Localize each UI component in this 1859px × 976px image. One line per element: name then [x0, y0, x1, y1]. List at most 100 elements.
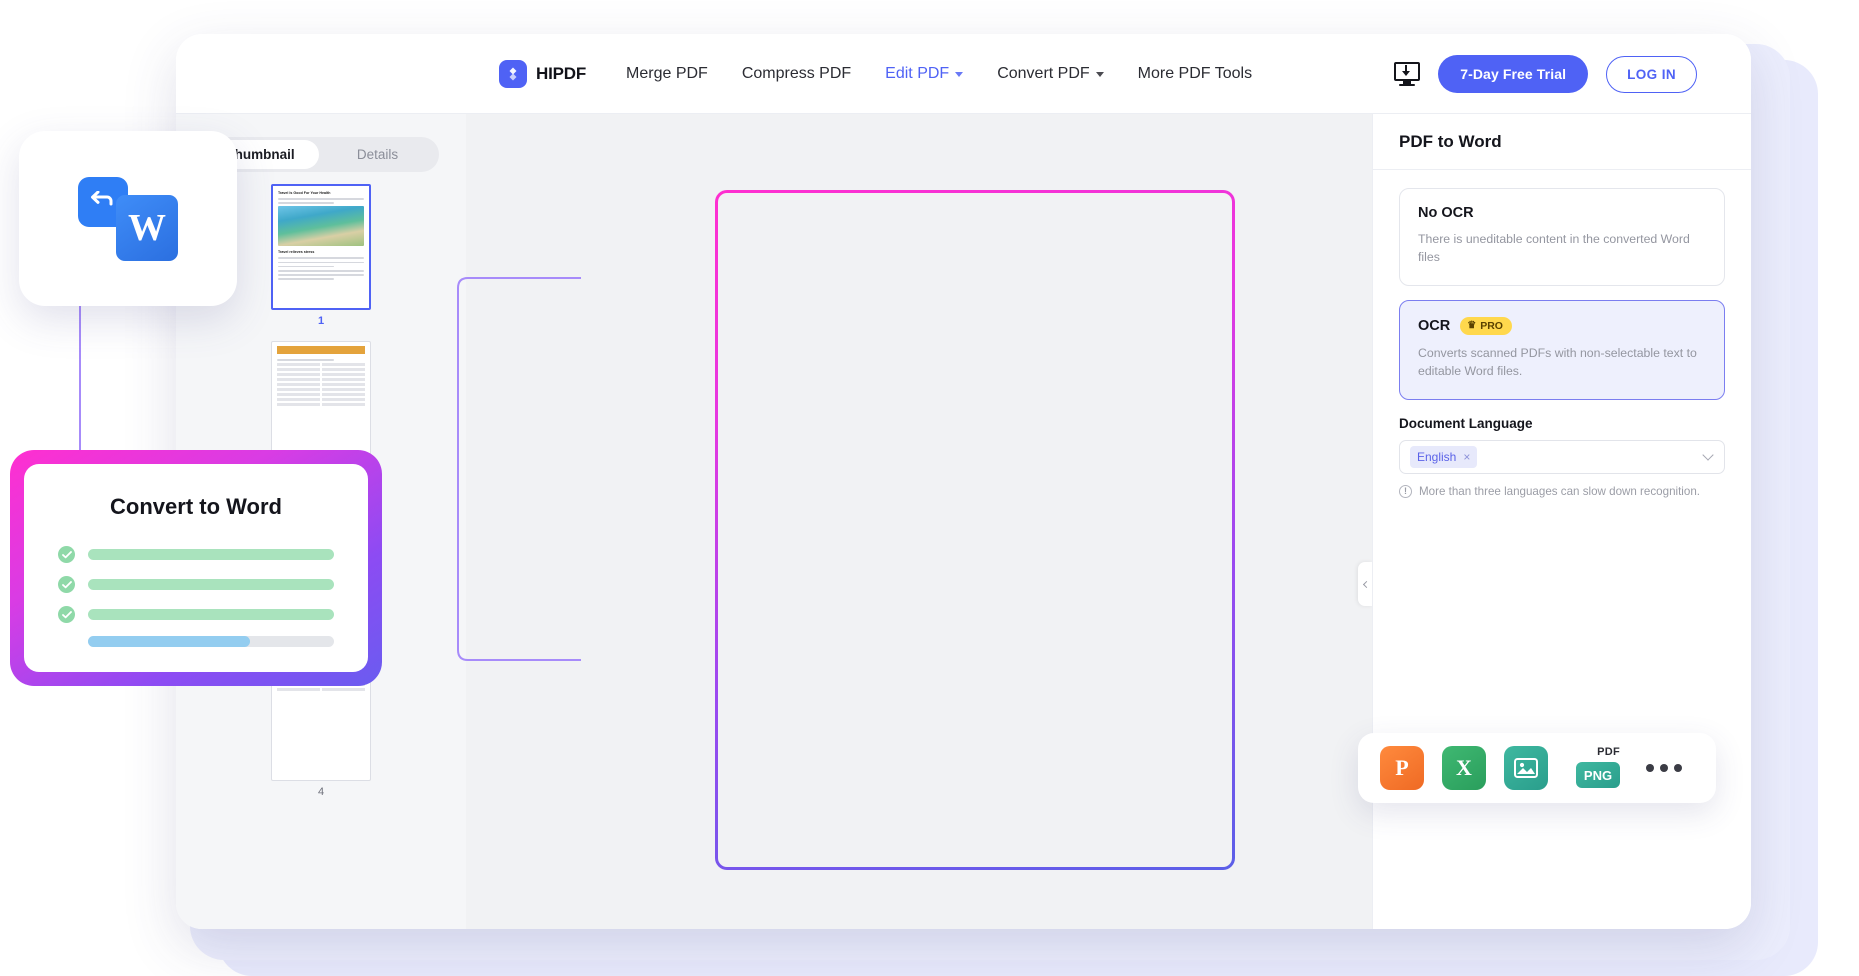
- title-divider: [763, 270, 1187, 271]
- crown-icon: ♛: [1467, 319, 1477, 331]
- png-label: PNG: [1576, 762, 1620, 788]
- login-button[interactable]: LOG IN: [1606, 55, 1697, 93]
- nav-link-compress-pdf[interactable]: Compress PDF: [742, 65, 851, 83]
- progress-bar-complete: [88, 579, 334, 590]
- image-tile-icon[interactable]: [1504, 746, 1548, 790]
- powerpoint-letter: P: [1395, 755, 1409, 780]
- powerpoint-tile-icon[interactable]: P: [1380, 746, 1424, 790]
- check-icon: [58, 546, 75, 563]
- app-window: HIPDF Merge PDF Compress PDF Edit PDF Co…: [176, 34, 1751, 929]
- nav-link-label: Edit PDF: [885, 64, 950, 82]
- option-description: There is uneditable content in the conve…: [1418, 232, 1690, 265]
- option-description: Converts scanned PDFs with non-selectabl…: [1418, 345, 1697, 379]
- panel-title: PDF to Word: [1373, 114, 1751, 170]
- document-language-select[interactable]: English ×: [1399, 439, 1725, 474]
- resize-handle-n[interactable]: [971, 323, 979, 331]
- progress-row: [58, 636, 334, 647]
- document-language-label: Document Language: [1399, 415, 1533, 431]
- progress-row: [58, 576, 334, 593]
- nav-link-edit-pdf[interactable]: Edit PDF: [885, 64, 964, 83]
- progress-row: [58, 606, 334, 623]
- thumbnail-preview: Travel Is Good For Your Health Travel re…: [271, 184, 371, 310]
- document-title-plain: Travel Is Good For: [763, 232, 986, 260]
- nav-link-merge-pdf[interactable]: Merge PDF: [626, 65, 708, 83]
- top-navigation-bar: HIPDF Merge PDF Compress PDF Edit PDF Co…: [176, 34, 1751, 114]
- word-letter-icon: W: [116, 194, 178, 261]
- thumbnail-page-number: 4: [317, 786, 325, 798]
- resize-handle-ne[interactable]: [1184, 323, 1192, 331]
- nav-links: Merge PDF Compress PDF Edit PDF Convert …: [626, 65, 1252, 83]
- document-title-selected-text[interactable]: Your Health: [985, 231, 1127, 261]
- connector-word-to-convert: [79, 300, 81, 470]
- mini-photo: [278, 206, 364, 247]
- pdf-label: PDF: [1597, 746, 1620, 758]
- section-body-2: Even Planning A Trip Can Have A Fantasti…: [763, 607, 1187, 659]
- beach-photo: [763, 328, 1187, 508]
- language-hint: ! More than three languages can slow dow…: [1399, 484, 1725, 498]
- convert-card-title: Convert to Word: [110, 494, 282, 519]
- chevron-down-icon[interactable]: [1702, 449, 1714, 461]
- resize-handle-w[interactable]: [758, 414, 766, 422]
- remove-language-icon[interactable]: ×: [1463, 450, 1470, 464]
- desktop-download-icon[interactable]: [1394, 62, 1421, 87]
- convert-to-word-callout: Convert to Word: [10, 450, 382, 686]
- word-format-callout-card: W: [19, 131, 237, 306]
- document-image-container[interactable]: [758, 323, 1192, 513]
- progress-bar-complete: [88, 549, 334, 560]
- free-trial-button[interactable]: 7-Day Free Trial: [1438, 55, 1589, 93]
- option-title: OCR: [1418, 317, 1451, 334]
- highlight-underline: [725, 599, 1225, 602]
- brand-name: HIPDF: [536, 63, 587, 83]
- excel-tile-icon[interactable]: X: [1442, 746, 1486, 790]
- nav-link-label: Merge PDF: [626, 64, 708, 82]
- check-icon: [58, 606, 75, 623]
- section-heading-1: Travel relieves stress and boosts mental…: [763, 520, 1058, 533]
- selection-handle-end[interactable]: [1121, 258, 1131, 267]
- mini-title: Travel Is Good For Your Health: [278, 191, 331, 195]
- selection-handle-start[interactable]: [921, 226, 930, 235]
- thumbnail-page-1[interactable]: Travel Is Good For Your Health Travel re…: [271, 184, 371, 327]
- language-chip-english[interactable]: English ×: [1410, 445, 1478, 468]
- document-title[interactable]: Travel Is Good For Your Health: [763, 226, 1131, 267]
- option-card-ocr[interactable]: OCR ♛ PRO Converts scanned PDFs with non…: [1399, 299, 1725, 400]
- conversion-settings-panel: PDF to Word No OCR There is uneditable c…: [1372, 114, 1751, 929]
- more-formats-dots-icon[interactable]: [1646, 764, 1682, 772]
- mini-subtitle: Travel relieves stress: [278, 250, 315, 255]
- panel-collapse-handle[interactable]: [1358, 562, 1372, 606]
- resize-handle-nw[interactable]: [758, 323, 766, 331]
- pdf-to-png-tile-icon[interactable]: PDF PNG: [1566, 746, 1622, 790]
- section-body-1: The Most Obvious And Potentially Most Im…: [763, 541, 1187, 579]
- section-heading-3: Travel improves sleep patterns: [763, 705, 956, 718]
- language-chip-label: English: [1417, 449, 1457, 464]
- pro-badge: ♛ PRO: [1460, 316, 1512, 335]
- progress-row: [58, 546, 334, 563]
- resize-handle-e[interactable]: [1184, 414, 1192, 422]
- nav-link-label: More PDF Tools: [1137, 64, 1253, 82]
- language-hint-text: More than three languages can slow down …: [1419, 484, 1701, 498]
- info-icon: !: [1399, 484, 1412, 498]
- check-icon: [58, 576, 75, 593]
- progress-bar-complete: [88, 609, 334, 620]
- tab-details[interactable]: Details: [319, 140, 436, 169]
- section-body-3: Poor Sleep Mixed With High Stress Is A T…: [763, 733, 1187, 799]
- output-format-bar: P X PDF PNG: [1358, 733, 1716, 803]
- thumbnail-preview: [271, 341, 371, 467]
- progress-bar-active: [88, 636, 334, 647]
- nav-link-label: Compress PDF: [741, 64, 852, 82]
- nav-link-label: Convert PDF: [997, 64, 1090, 82]
- thumbnail-page-number: 1: [317, 315, 325, 327]
- chevron-down-icon: [1095, 72, 1104, 77]
- document-page[interactable]: Travel Is Good For Your Health It's No S…: [725, 200, 1225, 860]
- hipdf-logo-icon[interactable]: [499, 59, 527, 88]
- document-lead-paragraph: It's No Secret Travel Has So Many Benefi…: [763, 285, 1187, 312]
- option-title: No OCR: [1418, 205, 1474, 221]
- nav-link-convert-pdf[interactable]: Convert PDF: [997, 64, 1104, 83]
- chevron-down-icon: [955, 72, 964, 77]
- nav-link-more-pdf-tools[interactable]: More PDF Tools: [1138, 65, 1252, 83]
- option-card-no-ocr[interactable]: No OCR There is uneditable content in th…: [1399, 188, 1725, 286]
- pro-badge-label: PRO: [1480, 319, 1503, 332]
- word-convert-icon: W: [78, 173, 178, 265]
- excel-letter: X: [1456, 755, 1472, 780]
- document-viewer: Travel Is Good For Your Health It's No S…: [466, 114, 1372, 929]
- page-indicator: 16/76: [1162, 832, 1188, 842]
